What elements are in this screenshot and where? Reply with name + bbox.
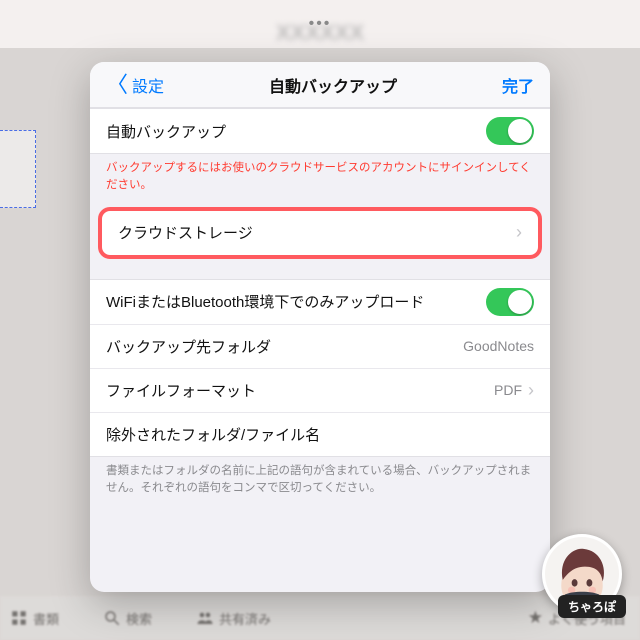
settings-modal: 〈 設定 自動バックアップ 完了 自動バックアップ バックアップするにはお使いの… xyxy=(90,62,550,592)
bg-title-blur: XXXXXX xyxy=(276,20,364,46)
row-label: ファイルフォーマット xyxy=(106,380,256,401)
row-label: バックアップ先フォルダ xyxy=(106,336,271,357)
row-detail: PDF xyxy=(494,382,522,398)
row-detail: GoodNotes xyxy=(463,338,534,354)
row-label: WiFiまたはBluetooth環境下でのみアップロード xyxy=(106,291,424,312)
tab-label: 共有済み xyxy=(219,609,271,628)
row-file-format[interactable]: ファイルフォーマット PDF › xyxy=(90,368,550,412)
row-excluded[interactable]: 除外されたフォルダ/ファイル名 xyxy=(90,412,550,456)
row-label: 除外されたフォルダ/ファイル名 xyxy=(106,424,320,445)
tab-search[interactable]: 検索 xyxy=(103,609,152,628)
row-cloud-storage[interactable]: クラウドストレージ › xyxy=(102,211,538,255)
section-options: WiFiまたはBluetooth環境下でのみアップロード バックアップ先フォルダ… xyxy=(90,279,550,457)
auto-backup-toggle[interactable] xyxy=(486,117,534,145)
wifi-bt-toggle[interactable] xyxy=(486,288,534,316)
chevron-right-icon: › xyxy=(528,380,534,401)
row-auto-backup: 自動バックアップ xyxy=(90,109,550,153)
row-wifi-bt-only: WiFiまたはBluetooth環境下でのみアップロード xyxy=(90,280,550,324)
star-icon: ★ xyxy=(528,608,543,628)
tab-label: 書類 xyxy=(33,609,59,628)
chevron-right-icon: › xyxy=(516,222,522,243)
back-label: 設定 xyxy=(132,73,164,97)
signin-warning: バックアップするにはお使いのクラウドサービスのアカウントにサインインしてください… xyxy=(90,154,550,205)
chevron-left-icon: 〈 xyxy=(106,74,128,96)
modal-title: 自動バックアップ xyxy=(269,73,397,97)
people-icon xyxy=(196,609,214,627)
bg-dashed-placeholder xyxy=(0,130,36,208)
bg-tab-bar: 書類 検索 共有済み ★ よく使う項目 xyxy=(0,596,640,640)
avatar-name-tag: ちゃろぽ xyxy=(558,595,626,618)
row-label: 自動バックアップ xyxy=(106,121,226,142)
grid-icon xyxy=(10,609,28,627)
highlight-cloud-storage: クラウドストレージ › xyxy=(98,207,542,259)
tab-label: 検索 xyxy=(126,609,152,628)
tab-shared[interactable]: 共有済み xyxy=(196,609,271,628)
section-auto-backup: 自動バックアップ xyxy=(90,108,550,154)
tab-documents[interactable]: 書類 xyxy=(10,609,59,628)
excluded-note: 書類またはフォルダの名前に上記の語句が含まれている場合、バックアップされません。… xyxy=(90,457,550,508)
done-button[interactable]: 完了 xyxy=(502,73,534,97)
modal-header: 〈 設定 自動バックアップ 完了 xyxy=(90,62,550,108)
row-label: クラウドストレージ xyxy=(118,222,253,243)
row-dest-folder[interactable]: バックアップ先フォルダ GoodNotes xyxy=(90,324,550,368)
search-icon xyxy=(103,609,121,627)
back-button[interactable]: 〈 設定 xyxy=(106,73,164,97)
